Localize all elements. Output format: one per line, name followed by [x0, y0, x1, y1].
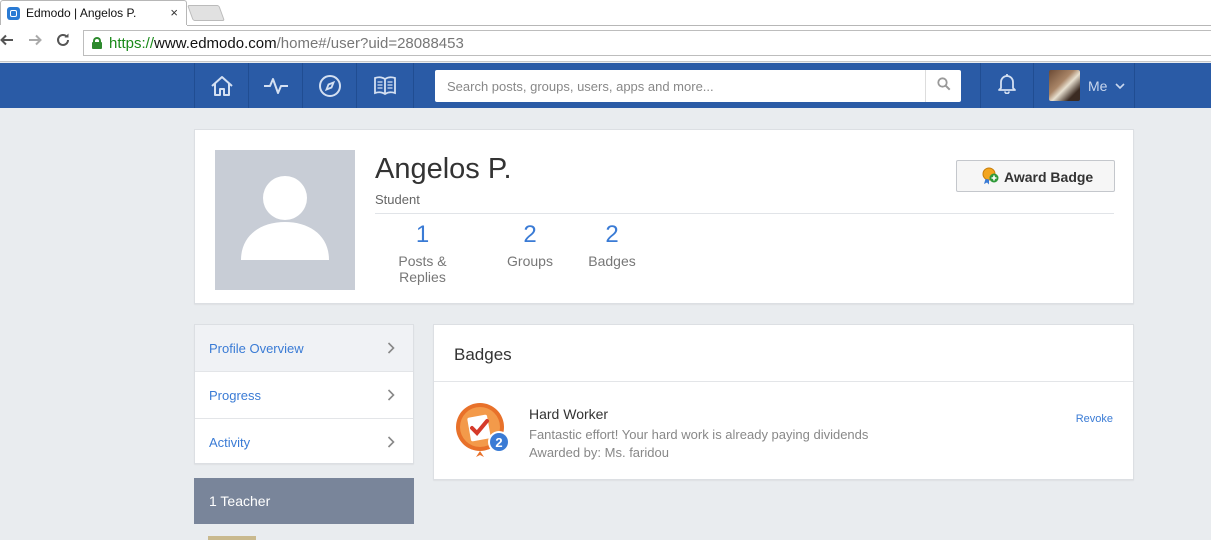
me-label: Me [1088, 78, 1108, 94]
profile-card: Angelos P. Student 1 Posts & Replies 2 G… [194, 129, 1134, 304]
hard-worker-badge-icon: 2 [454, 400, 514, 460]
teachers-count-label: 1 Teacher [209, 493, 271, 509]
stat-posts[interactable]: 1 Posts & Replies [375, 221, 470, 285]
stat-label: Groups [507, 253, 553, 269]
home-icon [210, 75, 234, 97]
search-box [435, 70, 961, 102]
badge-description: Fantastic effort! Your hard work is alre… [529, 427, 869, 442]
profile-name: Angelos P. [375, 153, 512, 185]
badge-awarded-by: Awarded by: Ms. faridou [529, 445, 669, 460]
profile-avatar [215, 150, 355, 290]
edmodo-favicon-icon [7, 7, 20, 20]
profile-sidenav: Profile Overview Progress Activity [194, 324, 414, 464]
reload-icon[interactable] [55, 32, 71, 53]
stat-value: 2 [605, 221, 619, 248]
search-button[interactable] [925, 70, 961, 102]
activity-icon [263, 77, 289, 95]
sidenav-item-progress[interactable]: Progress [195, 372, 413, 419]
divider [375, 213, 1114, 214]
forward-arrow-icon[interactable] [28, 33, 42, 52]
profile-role: Student [375, 192, 420, 207]
badge-count: 2 [495, 435, 502, 450]
nav-discover-button[interactable] [302, 63, 356, 108]
award-badge-label: Award Badge [1004, 169, 1094, 185]
search-input[interactable] [435, 70, 923, 102]
tab-close-icon[interactable]: × [170, 5, 178, 20]
award-badge-button[interactable]: Award Badge [956, 160, 1115, 192]
stat-groups[interactable]: 2 Groups [505, 221, 555, 269]
badges-panel: Badges 2 Hard Worker Fantastic effort! Y… [433, 324, 1134, 480]
stat-label: Posts & Replies [398, 253, 447, 285]
chevron-right-icon [387, 341, 395, 359]
teachers-panel-header: 1 Teacher [194, 478, 414, 524]
badge-name: Hard Worker [529, 406, 609, 422]
address-bar[interactable]: https://www.edmodo.com/home#/user?uid=28… [83, 30, 1211, 56]
chevron-down-icon [1115, 78, 1125, 96]
nav-library-button[interactable] [356, 63, 414, 108]
browser-toolbar: https://www.edmodo.com/home#/user?uid=28… [0, 26, 1211, 62]
sidenav-item-profile-overview[interactable]: Profile Overview [195, 325, 413, 372]
app-header: Me [0, 63, 1211, 108]
chevron-right-icon [387, 388, 395, 406]
compass-icon [318, 74, 342, 98]
bell-icon [996, 72, 1018, 99]
badges-title: Badges [454, 345, 512, 364]
avatar [1049, 70, 1080, 101]
stat-label: Badges [588, 253, 636, 269]
chevron-right-icon [387, 435, 395, 453]
tab-title: Edmodo | Angelos P. [26, 6, 137, 20]
sidenav-item-label: Profile Overview [209, 341, 304, 356]
nav-home-button[interactable] [194, 63, 248, 108]
lock-icon [92, 37, 102, 49]
divider [434, 381, 1133, 382]
sidenav-item-label: Activity [209, 435, 251, 450]
stat-badges[interactable]: 2 Badges [587, 221, 637, 269]
back-arrow-icon[interactable] [0, 33, 14, 52]
teacher-avatar[interactable] [208, 536, 256, 540]
sidenav-item-label: Progress [209, 388, 262, 403]
revoke-badge-link[interactable]: Revoke [1076, 413, 1113, 425]
award-badge-icon [981, 167, 999, 190]
book-icon [373, 75, 397, 97]
search-icon [936, 76, 951, 96]
notifications-button[interactable] [980, 63, 1034, 108]
browser-tab[interactable]: Edmodo | Angelos P. × [0, 0, 187, 25]
url-text[interactable]: https://www.edmodo.com/home#/user?uid=28… [109, 35, 464, 52]
stat-value: 2 [523, 221, 537, 248]
new-tab-button[interactable] [187, 5, 225, 21]
sidenav-item-activity[interactable]: Activity [195, 419, 413, 466]
account-menu[interactable]: Me [1034, 63, 1135, 108]
browser-tab-strip: Edmodo | Angelos P. × [0, 0, 1211, 26]
nav-activity-button[interactable] [248, 63, 302, 108]
stat-value: 1 [415, 221, 430, 248]
user-silhouette-icon [241, 176, 329, 260]
